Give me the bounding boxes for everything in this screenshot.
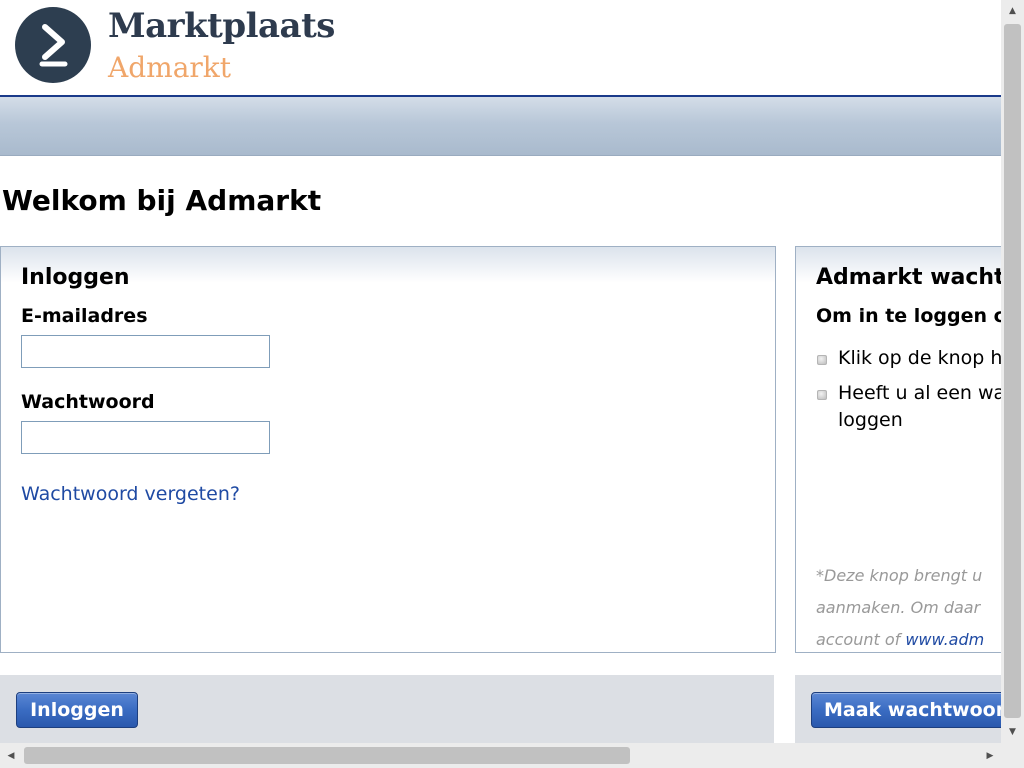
horizontal-scrollbar[interactable]: ◀ ▶	[0, 743, 1001, 768]
email-label: E-mailadres	[21, 305, 148, 327]
create-password-button[interactable]: Maak wachtwoor	[811, 692, 1001, 728]
login-footer: Inloggen	[0, 675, 774, 743]
page-title: Welkom bij Admarkt	[2, 184, 322, 217]
instruction-list: Klik op de knop h Heeft u al een wa logg…	[816, 345, 1001, 442]
site-header: Marktplaats Admarkt	[0, 0, 1001, 95]
list-item-text-continued: loggen	[838, 409, 903, 431]
marktplaats-logo-icon[interactable]	[15, 7, 91, 83]
footnote-text: account of	[816, 630, 906, 649]
page-viewport: Marktplaats Admarkt Welkom bij Admarkt I…	[0, 0, 1001, 743]
password-panel-heading: Admarkt wacht	[816, 265, 1001, 290]
list-item-text: Klik op de knop h	[838, 347, 1001, 369]
footnote-line: account of www.adm	[816, 624, 1001, 656]
list-item: Klik op de knop h	[816, 345, 1001, 372]
scroll-right-icon[interactable]: ▶	[979, 743, 1001, 768]
login-heading: Inloggen	[21, 265, 130, 290]
password-panel-subheading: Om in te loggen c	[816, 305, 1001, 327]
brand-name: Marktplaats	[108, 6, 335, 46]
brand-subname: Admarkt	[108, 51, 231, 84]
scrollbar-corner	[1001, 743, 1024, 768]
vertical-scroll-thumb[interactable]	[1004, 24, 1021, 718]
admarkt-password-panel: Admarkt wacht Om in te loggen c Klik op …	[795, 246, 1001, 653]
password-label: Wachtwoord	[21, 391, 155, 413]
admarkt-website-link[interactable]: www.adm	[905, 630, 984, 649]
login-panel: Inloggen E-mailadres Wachtwoord Wachtwoo…	[0, 246, 776, 653]
list-item-text: Heeft u al een wa	[838, 382, 1001, 404]
password-field[interactable]	[21, 421, 270, 454]
scroll-up-icon[interactable]: ▲	[1001, 0, 1024, 22]
scroll-down-icon[interactable]: ▼	[1001, 721, 1024, 743]
scroll-left-icon[interactable]: ◀	[0, 743, 22, 768]
vertical-scrollbar[interactable]: ▲ ▼	[1001, 0, 1024, 743]
horizontal-scroll-thumb[interactable]	[24, 747, 630, 764]
footnote: *Deze knop brengt u aanmaken. Om daar ac…	[816, 560, 1001, 656]
login-button[interactable]: Inloggen	[16, 692, 138, 728]
bullet-icon	[817, 390, 827, 400]
list-item: Heeft u al een wa loggen	[816, 380, 1001, 434]
bullet-icon	[817, 355, 827, 365]
password-footer: Maak wachtwoor	[795, 675, 1001, 743]
navigation-bar	[0, 97, 1001, 156]
footnote-line: *Deze knop brengt u	[816, 566, 983, 585]
email-field[interactable]	[21, 335, 270, 368]
forgot-password-link[interactable]: Wachtwoord vergeten?	[21, 482, 240, 506]
footnote-line: aanmaken. Om daar	[816, 598, 981, 617]
